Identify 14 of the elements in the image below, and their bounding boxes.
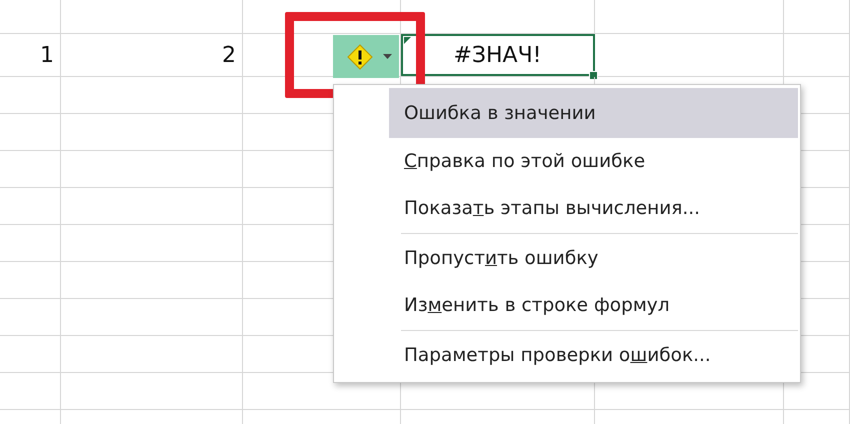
caret-icon [382, 54, 392, 59]
menu-title: Ошибка в значении [389, 88, 798, 138]
fill-handle[interactable] [589, 71, 598, 80]
table-cell[interactable]: #ЗНАЧ! [401, 34, 595, 76]
menu-item[interactable]: Параметры проверки ошибок... [389, 332, 798, 379]
error-options-button[interactable] [333, 35, 399, 78]
cell-value: 1 [40, 42, 54, 68]
menu-item[interactable]: Изменить в строке формул [389, 282, 798, 329]
menu-item[interactable]: Справка по этой ошибке [389, 138, 798, 185]
error-indicator-icon [404, 37, 411, 44]
warning-icon [346, 44, 372, 70]
menu-item[interactable]: Показать этапы вычисления... [389, 185, 798, 232]
menu-item[interactable]: Пропустить ошибку [389, 235, 798, 282]
cell-value: 2 [222, 42, 236, 68]
